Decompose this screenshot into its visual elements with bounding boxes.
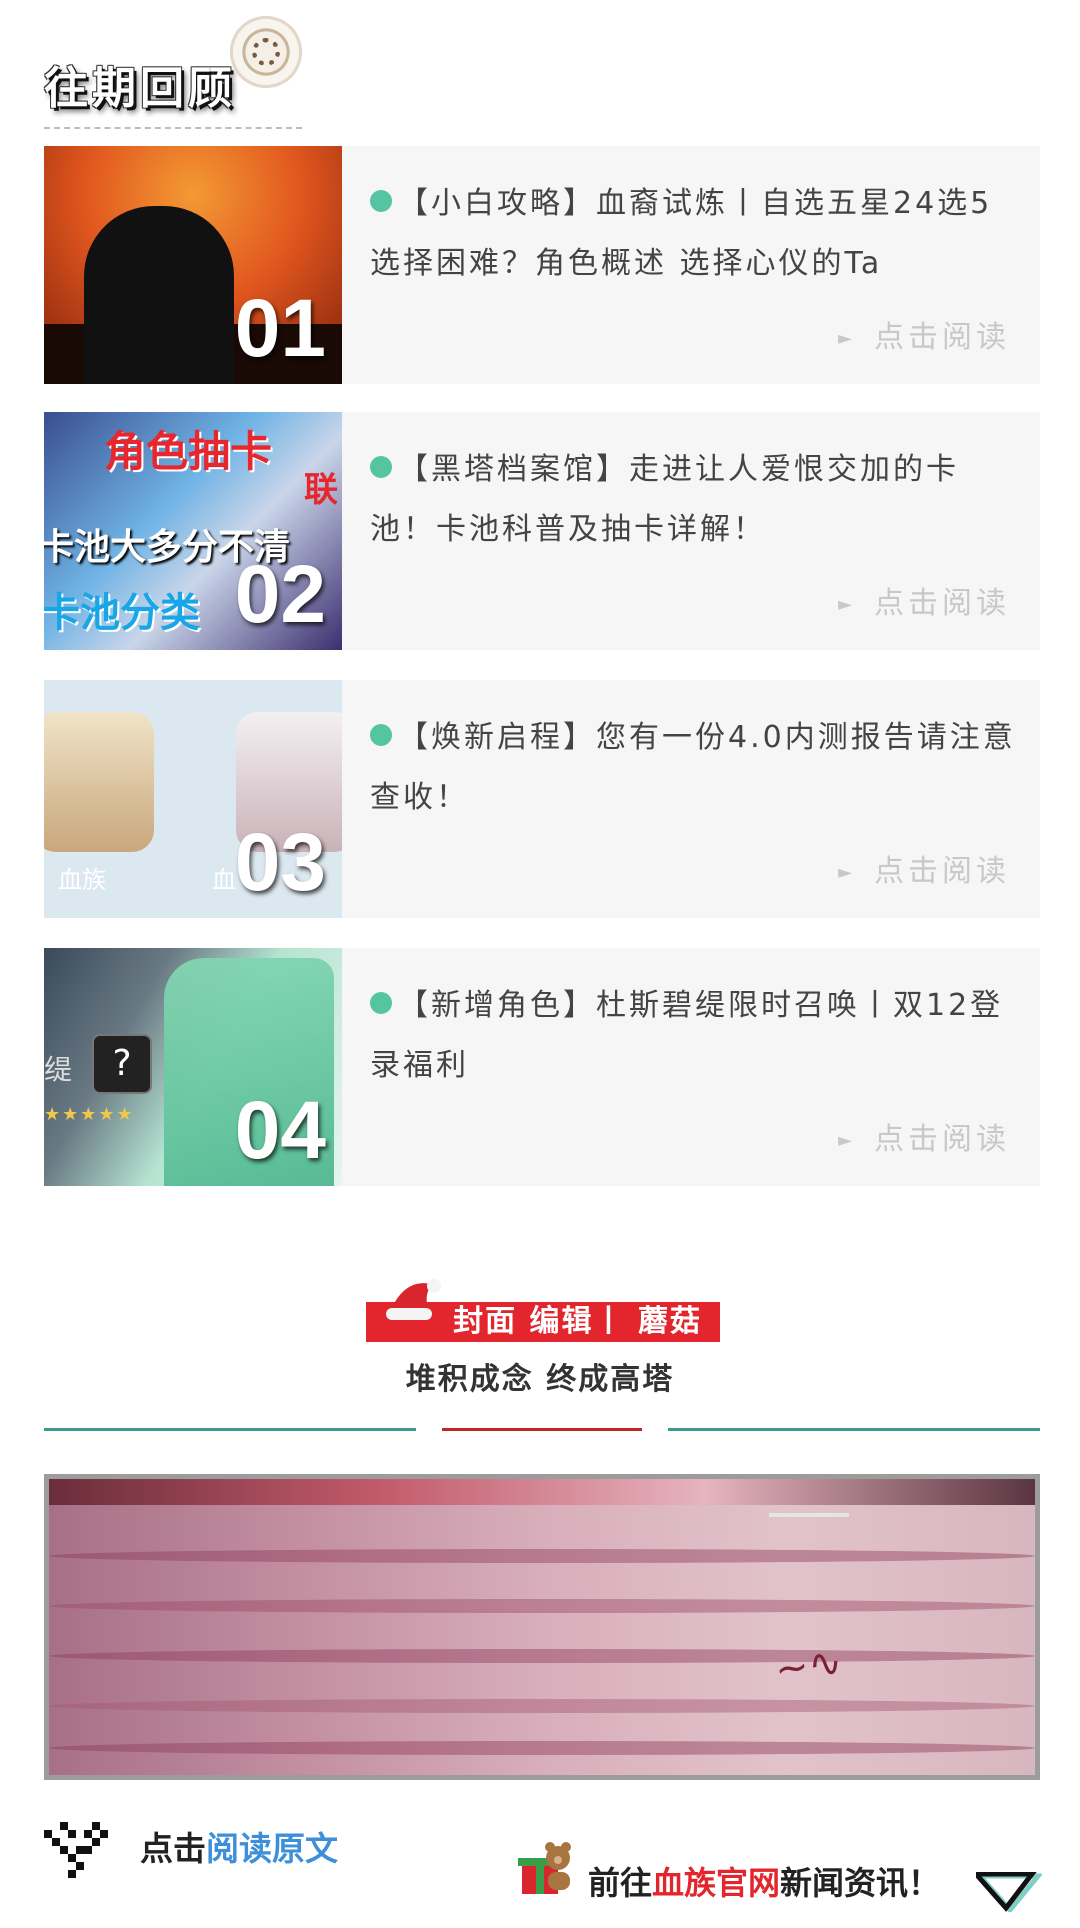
header-divider (44, 127, 302, 129)
read-prefix: 点击 (140, 1829, 206, 1868)
play-arrow-icon: ► (838, 328, 856, 349)
news-suffix: 新闻资讯！ (780, 1864, 941, 1902)
article-number: 02 (234, 549, 326, 640)
news-prefix: 前往 (588, 1864, 653, 1902)
official-site-label[interactable]: 血族官网 (652, 1864, 780, 1902)
star-rating-icon: ★★★★★ (44, 1104, 135, 1125)
pixel-heart-icon (44, 1822, 108, 1878)
read-more-label: 点击阅读 (874, 320, 1010, 355)
divider-rule (668, 1428, 1040, 1431)
silhouette-image (84, 206, 234, 384)
article-thumbnail[interactable]: 01 (44, 146, 342, 384)
play-arrow-icon: ► (838, 594, 856, 615)
thumb-caption: 卡池分类 (44, 590, 200, 636)
read-more-link[interactable]: ► 点击阅读 (838, 846, 1010, 890)
article-title[interactable]: 【黑塔档案馆】走进让人爱恨交加的卡池！卡池科普及抽卡详解！ (370, 440, 1020, 560)
thumb-caption: 缇 (44, 1053, 73, 1086)
play-arrow-icon: ► (838, 1130, 856, 1151)
article-card[interactable]: 血族 血 03 【焕新启程】您有一份4.0内测报告请注意查收！ ► 点击阅读 (44, 680, 1040, 918)
gift-bear-icon (518, 1842, 571, 1894)
article-card[interactable]: 01 【小白攻略】血裔试炼丨自选五星24选5 选择困难？角色概述 选择心仪的Ta… (44, 146, 1040, 384)
santa-hat-icon (386, 1279, 441, 1320)
character-avatar (44, 712, 154, 852)
read-more-label: 点击阅读 (874, 586, 1010, 621)
read-more-label: 点击阅读 (874, 854, 1010, 889)
article-number: 03 (234, 817, 326, 908)
triangle-arrow-icon (976, 1872, 1042, 1912)
thumb-caption: 血族 (58, 866, 106, 894)
read-more-label: 点击阅读 (874, 1122, 1010, 1157)
article-title[interactable]: 【小白攻略】血裔试炼丨自选五星24选5 选择困难？角色概述 选择心仪的Ta (370, 174, 1020, 294)
read-more-link[interactable]: ► 点击阅读 (838, 1114, 1010, 1158)
read-more-link[interactable]: ► 点击阅读 (838, 578, 1010, 622)
article-thumbnail[interactable]: 血族 血 03 (44, 680, 342, 918)
divider-rule (442, 1428, 642, 1431)
thumb-caption: 血 (212, 866, 236, 894)
divider-rule (44, 1428, 416, 1431)
article-card[interactable]: 角色抽卡 联 卡池大多分不清 卡池分类 02 【黑塔档案馆】走进让人爱恨交加的卡… (44, 412, 1040, 650)
article-title[interactable]: 【新增角色】杜斯碧缇限时召唤丨双12登录福利 (370, 976, 1020, 1096)
cover-image: ~∿ (44, 1474, 1040, 1780)
article-thumbnail[interactable]: 角色抽卡 联 卡池大多分不清 卡池分类 02 (44, 412, 342, 650)
editor-subtitle: 堆积成念 终成高塔 (405, 1362, 675, 1397)
question-mark-icon: ? (92, 1034, 152, 1094)
clock-icon (230, 16, 302, 88)
article-card[interactable]: 缇 ? ★★★★★ 04 【新增角色】杜斯碧缇限时召唤丨双12登录福利 ► 点击阅… (44, 948, 1040, 1186)
article-thumbnail[interactable]: 缇 ? ★★★★★ 04 (44, 948, 342, 1186)
thumb-caption: 联 (304, 470, 338, 510)
read-original-label[interactable]: 阅读原文 (206, 1829, 338, 1868)
thumb-caption: 角色抽卡 (104, 427, 273, 476)
play-arrow-icon: ► (838, 862, 856, 883)
official-news-text[interactable]: 前往血族官网新闻资讯！ (588, 1858, 940, 1904)
read-more-link[interactable]: ► 点击阅读 (838, 312, 1010, 356)
read-original-text[interactable]: 点击阅读原文 (140, 1822, 338, 1870)
article-number: 04 (234, 1085, 326, 1176)
article-number: 01 (234, 283, 326, 374)
section-title: 往期回顾 (44, 63, 236, 114)
article-title[interactable]: 【焕新启程】您有一份4.0内测报告请注意查收！ (370, 708, 1020, 828)
